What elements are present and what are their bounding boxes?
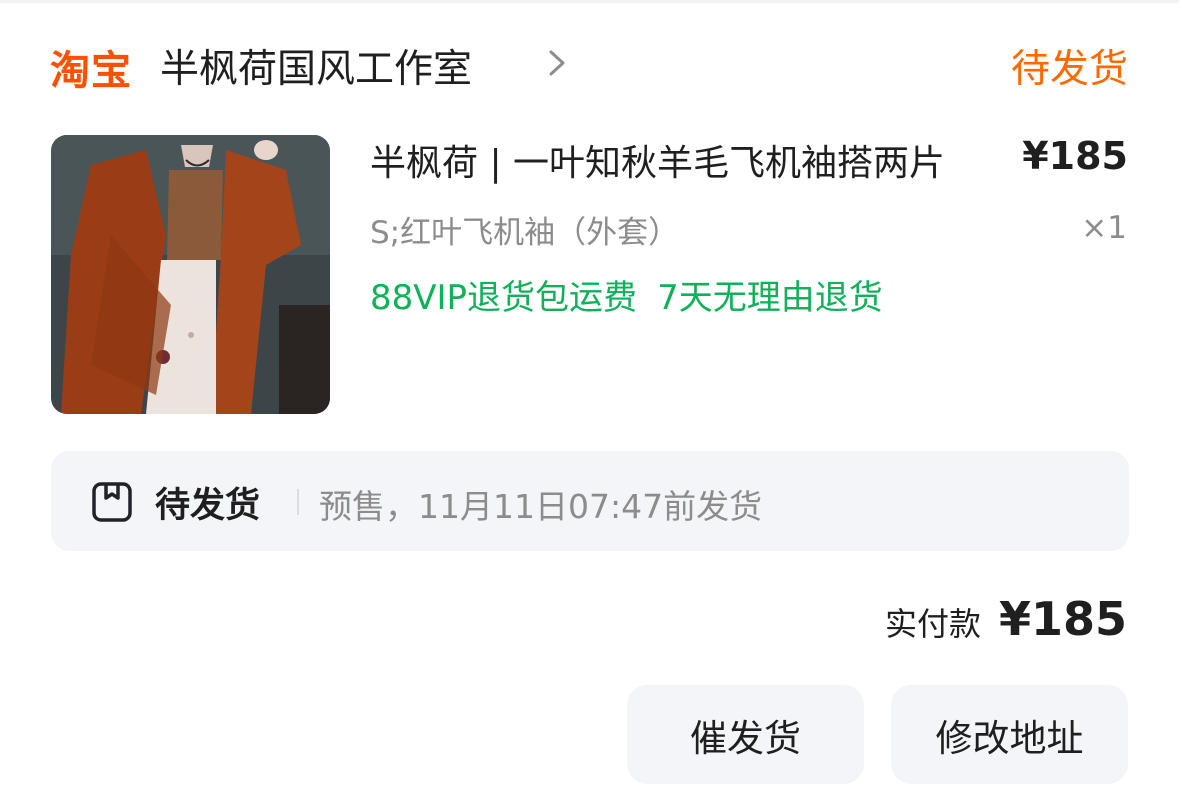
total-value: ¥185 — [998, 592, 1127, 646]
product-price: ¥185 — [1022, 134, 1128, 178]
product-sku: S;红叶飞机袖（外套） — [370, 215, 680, 251]
urge-shipping-button[interactable]: 催发货 — [627, 685, 864, 784]
total-label: 实付款 — [884, 605, 981, 643]
order-status-label: 待发货 — [1010, 47, 1128, 92]
chevron-right-icon[interactable] — [541, 46, 573, 80]
taobao-logo: 淘宝 — [50, 48, 132, 94]
top-divider — [0, 0, 1179, 3]
order-header: 淘宝 半枫荷国风工作室 待发货 — [50, 34, 1128, 94]
delivery-divider — [297, 489, 299, 515]
delivery-status-label: 待发货 — [155, 486, 261, 526]
package-icon — [92, 482, 132, 522]
product-photo — [51, 135, 330, 414]
product-title[interactable]: 半枫荷 | 一叶知秋羊毛飞机袖搭两片 — [370, 134, 1020, 186]
service-tag-return-shipping: 88VIP退货包运费 — [370, 278, 638, 318]
service-tags: 88VIP退货包运费 7天无理由退货 — [370, 270, 903, 319]
service-tag-7day-return: 7天无理由退货 — [657, 278, 883, 318]
shop-name-link[interactable]: 半枫荷国风工作室 — [160, 38, 472, 94]
delivery-detail: 预售，11月11日07:47前发货 — [319, 487, 763, 526]
product-thumbnail[interactable] — [51, 135, 330, 414]
payment-total: 实付款 ¥185 — [885, 592, 1127, 652]
product-quantity: ×1 — [1081, 210, 1127, 246]
delivery-status-box[interactable]: 待发货 预售，11月11日07:47前发货 — [51, 451, 1129, 551]
modify-address-button[interactable]: 修改地址 — [891, 685, 1128, 784]
